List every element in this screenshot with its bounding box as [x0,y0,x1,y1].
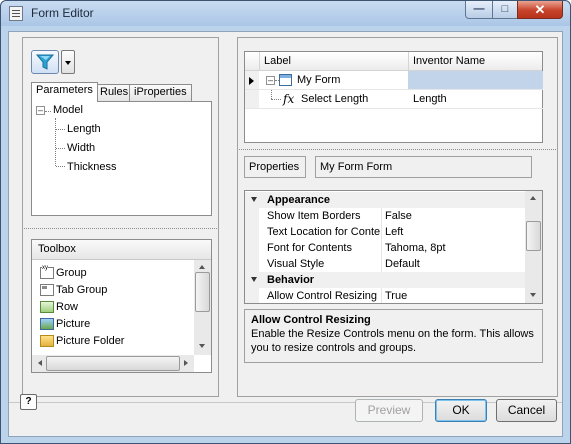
property-row-allow-control-resizing[interactable]: Allow Control Resizing True [245,288,526,303]
toolbox-item-tab-group[interactable]: Tab Group [40,282,108,299]
grid-header: Label Inventor Name [245,52,542,71]
tab-group-icon [40,284,54,296]
toolbox-item-label: Picture Folder [56,335,125,347]
collapse-icon[interactable]: – [36,106,45,115]
panel-splitter[interactable] [24,228,217,229]
tab-iproperties[interactable]: iProperties [129,84,192,101]
current-row-arrow-icon [249,77,254,85]
group-icon: xy [40,265,54,279]
toolbox-vertical-scrollbar[interactable] [194,260,211,355]
table-row[interactable]: – My Form [259,71,408,90]
minimize-icon: — [473,3,485,15]
close-icon: ✕ [534,2,546,17]
toolbox-horizontal-scrollbar[interactable] [32,355,194,372]
toolbox-item-label: Picture [56,318,91,330]
property-grid: Appearance Show Item Borders False Text L… [244,190,543,304]
right-panel: Label Inventor Name – My Form fx Select … [237,37,558,397]
row-selector[interactable] [245,71,259,90]
property-row-text-location[interactable]: Text Location for Conte Left [245,224,526,240]
scroll-up-icon[interactable] [530,196,536,200]
ok-button[interactable]: OK [435,399,487,422]
property-grid-scrollbar[interactable] [525,191,542,303]
scroll-down-icon[interactable] [530,293,536,297]
filter-icon [35,54,55,70]
description-text: Enable the Resize Controls menu on the f… [251,328,534,354]
description-title: Allow Control Resizing [251,314,371,326]
toolbox: Toolbox xy Group Tab Group Row Picture P… [31,239,212,373]
toolbox-item-label: Row [56,301,79,313]
help-icon: ? [25,396,32,407]
maximize-icon: □ [501,3,509,15]
grid-name-cell[interactable]: Length [408,90,543,109]
scrollbar-thumb[interactable] [46,356,180,371]
picture-folder-icon [40,335,54,347]
row-icon [40,301,54,313]
toolbox-item-group[interactable]: xy Group [40,265,87,282]
column-header-inventor-name[interactable]: Inventor Name [413,52,485,71]
scroll-left-icon[interactable] [38,360,42,366]
property-row-visual-style[interactable]: Visual Style Default [245,256,526,272]
function-fx-icon: fx [283,92,295,106]
dialog-body: Parameters Rules iProperties – Model Len… [8,31,563,437]
property-row-show-item-borders[interactable]: Show Item Borders False [245,208,526,224]
minimize-button[interactable]: — [465,1,493,19]
scroll-right-icon[interactable] [184,360,188,366]
toolbox-header: Toolbox [32,240,211,260]
parameters-tree: – Model Length Width Thickness [31,101,212,216]
form-editor-app-icon [9,6,23,21]
preview-button[interactable]: Preview [355,399,423,422]
collapse-triangle-icon[interactable] [251,277,257,282]
toolbox-item-picture[interactable]: Picture [40,316,91,333]
grid-label-my-form: My Form [297,74,341,86]
tree-node-thickness[interactable]: Thickness [67,159,117,175]
tree-node-model[interactable]: Model [53,102,83,118]
tab-parameters[interactable]: Parameters [31,82,98,102]
form-items-grid: Label Inventor Name – My Form fx Select … [244,51,543,143]
help-button[interactable]: ? [20,394,37,410]
selected-object-name: My Form Form [315,156,532,178]
toolbox-item-label: Group [56,267,87,279]
category-behavior[interactable]: Behavior [245,272,526,288]
toolbox-item-picture-folder[interactable]: Picture Folder [40,333,125,350]
tree-node-width[interactable]: Width [67,140,95,156]
scrollbar-thumb[interactable] [526,221,541,251]
filter-button[interactable] [31,50,59,74]
table-row[interactable]: fx Select Length [259,90,408,109]
form-icon [279,74,292,86]
scroll-up-icon[interactable] [199,265,205,269]
property-description: Allow Control Resizing Enable the Resize… [244,309,543,363]
scroll-down-icon[interactable] [199,344,205,348]
scrollbar-thumb[interactable] [195,272,210,312]
grid-name-cell-selected[interactable] [408,71,543,90]
tree-node-length[interactable]: Length [67,121,101,137]
collapse-icon[interactable]: – [266,76,275,85]
left-panel: Parameters Rules iProperties – Model Len… [22,37,219,397]
toolbox-item-row[interactable]: Row [40,299,79,316]
cancel-button[interactable]: Cancel [496,399,557,422]
property-row-font-for-contents[interactable]: Font for Contents Tahoma, 8pt [245,240,526,256]
maximize-button[interactable]: □ [492,1,518,19]
row-selector[interactable] [245,90,259,109]
window-title: Form Editor [31,6,94,20]
close-button[interactable]: ✕ [517,1,563,19]
column-header-label[interactable]: Label [264,52,291,71]
grid-label-select-length: Select Length [301,93,369,105]
category-appearance[interactable]: Appearance [245,192,526,208]
toolbox-item-label: Tab Group [56,284,108,296]
filter-dropdown-button[interactable] [61,50,75,74]
tab-rules[interactable]: Rules [95,84,134,101]
title-bar[interactable]: Form Editor — □ ✕ [1,1,570,26]
panel-splitter[interactable] [239,149,556,150]
form-editor-window: Form Editor — □ ✕ Parameters Rules iProp… [0,0,571,444]
collapse-triangle-icon[interactable] [251,197,257,202]
properties-label: Properties [244,156,306,178]
picture-icon [40,318,54,330]
